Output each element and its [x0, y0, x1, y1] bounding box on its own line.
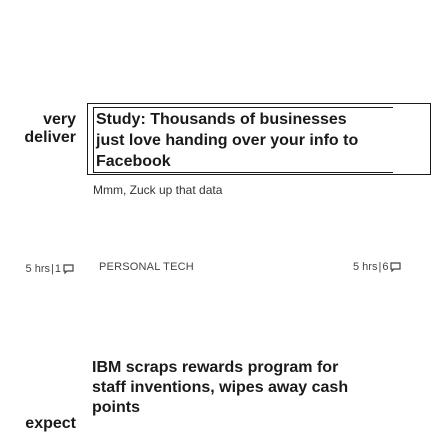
article-headline[interactable]: IBM scraps rewards program for staff inv…	[92, 358, 382, 418]
article-time: 5 hrs	[25, 263, 51, 275]
comment-count[interactable]: 1	[55, 263, 61, 275]
left-article-column: very deliver 5 hrs | 1 expect	[0, 0, 76, 448]
featured-headline-line: Study: Thousands of businesses	[96, 111, 347, 128]
featured-dek: Mmm, Zuck up that data	[93, 183, 223, 197]
article-time: 5 hrs	[353, 261, 378, 273]
featured-headline[interactable]: Study: Thousands of businesses just love…	[96, 109, 426, 172]
meta-separator: |	[378, 261, 382, 273]
article-headline-line: staff inventions, wipes away cash	[92, 379, 349, 396]
featured-headline-box[interactable]: Study: Thousands of businesses just love…	[87, 103, 431, 175]
comment-bubble-icon[interactable]	[390, 262, 402, 272]
comment-bubble-icon[interactable]	[63, 264, 74, 274]
section-label[interactable]: PERSONAL TECH	[99, 261, 194, 273]
left-article-headline[interactable]: very deliver	[24, 111, 76, 147]
comment-count[interactable]: 6	[382, 261, 388, 273]
meta-separator: |	[51, 263, 54, 275]
left-headline-line: deliver	[24, 129, 76, 146]
left-headline-line: expect	[25, 415, 76, 432]
left-article-headline-2[interactable]: expect	[25, 415, 76, 433]
featured-headline-line: just love handing over your info to	[96, 132, 359, 149]
left-article-meta: 5 hrs | 1	[26, 263, 74, 275]
left-headline-line: very	[43, 111, 76, 128]
featured-headline-line: Facebook	[96, 153, 171, 170]
article-headline-line: points	[92, 399, 140, 416]
article-headline-line: IBM scraps rewards program for	[92, 359, 339, 376]
article-meta: 5 hrs | 6	[353, 261, 402, 273]
